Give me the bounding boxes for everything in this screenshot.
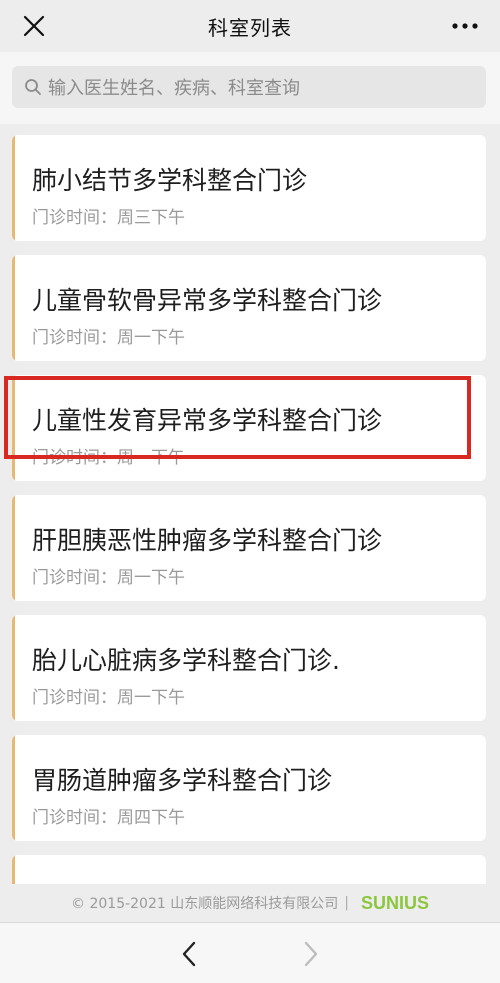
department-name: 肝胆胰恶性肿瘤多学科整合门诊 — [32, 526, 383, 555]
search-icon — [25, 79, 41, 95]
sunius-logo: SUNIUS — [360, 892, 429, 913]
page-title: 科室列表 — [208, 15, 292, 40]
copyright-text: © 2015-2021 山东顺能网络科技有限公司 — [71, 896, 339, 912]
footer: © 2015-2021 山东顺能网络科技有限公司 | SUNIUS — [0, 884, 500, 922]
card-accent — [12, 495, 15, 601]
card-accent — [12, 255, 15, 361]
department-card[interactable]: 胃肠道肿瘤多学科整合门诊 门诊时间：周四下午 — [12, 735, 486, 841]
card-accent — [12, 735, 15, 841]
department-card[interactable]: 儿童性发育异常多学科整合门诊 门诊时间：周一下午 — [12, 375, 486, 481]
department-name: 儿童性发育异常多学科整合门诊 — [32, 406, 383, 435]
department-card-partial[interactable] — [12, 855, 486, 884]
clinic-time: 门诊时间：周三下午 — [32, 208, 185, 228]
footer-separator: | — [344, 895, 349, 911]
department-name: 胎儿心脏病多学科整合门诊. — [32, 646, 340, 675]
clinic-time: 门诊时间：周四下午 — [32, 808, 185, 828]
card-accent — [12, 855, 15, 884]
more-icon[interactable] — [452, 20, 478, 32]
department-card[interactable]: 儿童骨软骨异常多学科整合门诊 门诊时间：周一下午 — [12, 255, 486, 361]
card-accent — [12, 615, 15, 721]
department-name: 儿童骨软骨异常多学科整合门诊 — [32, 286, 383, 315]
top-bar: 科室列表 — [0, 0, 500, 52]
clinic-time: 门诊时间：周一下午 — [32, 568, 185, 588]
search-input[interactable]: 输入医生姓名、疾病、科室查询 — [12, 66, 486, 108]
department-card[interactable]: 肺小结节多学科整合门诊 门诊时间：周三下午 — [12, 135, 486, 241]
clinic-time: 门诊时间：周一下午 — [32, 688, 185, 708]
chevron-left-icon[interactable] — [178, 941, 200, 967]
department-name: 胃肠道肿瘤多学科整合门诊 — [32, 766, 333, 795]
department-card[interactable]: 胎儿心脏病多学科整合门诊. 门诊时间：周一下午 — [12, 615, 486, 721]
department-name: 肺小结节多学科整合门诊 — [32, 166, 308, 195]
chevron-right-icon[interactable] — [300, 941, 322, 967]
bottom-nav — [0, 922, 500, 983]
close-icon[interactable] — [22, 14, 46, 38]
card-accent — [12, 375, 15, 481]
department-card[interactable]: 肝胆胰恶性肿瘤多学科整合门诊 门诊时间：周一下午 — [12, 495, 486, 601]
search-placeholder: 输入医生姓名、疾病、科室查询 — [48, 78, 300, 99]
search-area: 输入医生姓名、疾病、科室查询 — [0, 52, 500, 124]
clinic-time: 门诊时间：周一下午 — [32, 448, 185, 468]
department-list: 肺小结节多学科整合门诊 门诊时间：周三下午 儿童骨软骨异常多学科整合门诊 门诊时… — [0, 124, 500, 884]
card-accent — [12, 135, 15, 241]
clinic-time: 门诊时间：周一下午 — [32, 328, 185, 348]
